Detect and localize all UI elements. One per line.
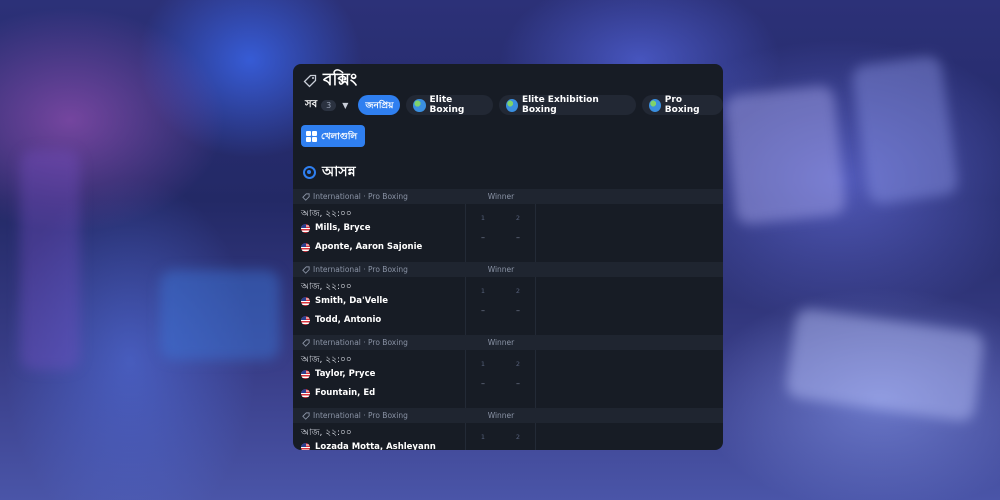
globe-icon bbox=[648, 98, 661, 112]
market-label: Winner bbox=[487, 265, 515, 274]
outcome-label-2: 2 bbox=[515, 360, 521, 368]
odds-button-2[interactable]: – bbox=[508, 379, 528, 388]
upcoming-section-header: আসন্ন bbox=[303, 160, 356, 184]
chevron-down-icon[interactable]: ▼ bbox=[342, 101, 348, 110]
home-team[interactable]: Mills, Bryce bbox=[301, 223, 370, 233]
event-header: International · Pro Boxing Winner bbox=[293, 335, 723, 350]
event-row[interactable]: International · Pro Boxing Winner আজ, ২২… bbox=[293, 189, 723, 262]
filter-bar: সব 3 ▼ জনপ্রিয় Elite Boxing Elite Exhib… bbox=[305, 95, 723, 115]
event-header: International · Pro Boxing Winner bbox=[293, 262, 723, 277]
clock-icon bbox=[303, 165, 316, 179]
games-button-label: খেলাগুলি bbox=[321, 131, 358, 142]
page-title: বক্সিং bbox=[323, 70, 358, 90]
team-name: Todd, Antonio bbox=[315, 315, 382, 325]
odds-button-2[interactable]: – bbox=[508, 233, 528, 242]
league-name: International · Pro Boxing bbox=[313, 265, 408, 274]
tag-icon bbox=[302, 411, 310, 420]
filter-chip-label: জনপ্রিয় bbox=[365, 100, 394, 111]
odds-button-2[interactable]: – bbox=[508, 306, 528, 315]
us-flag-icon bbox=[301, 315, 310, 325]
league-label[interactable]: International · Pro Boxing bbox=[293, 192, 466, 201]
event-header: International · Pro Boxing Winner bbox=[293, 408, 723, 423]
home-team[interactable]: Lozada Motta, Ashleyann bbox=[301, 442, 436, 450]
filter-chip-pro-boxing[interactable]: Pro Boxing bbox=[641, 95, 723, 115]
event-time: আজ, ২২:০০ bbox=[301, 355, 352, 365]
team-name: Lozada Motta, Ashleyann bbox=[315, 442, 436, 450]
odds-button-1[interactable]: – bbox=[473, 379, 493, 388]
outcome-label-1: 1 bbox=[480, 214, 486, 222]
filter-chip-label: Elite Exhibition Boxing bbox=[521, 95, 599, 115]
league-label[interactable]: International · Pro Boxing bbox=[293, 411, 466, 420]
team-name: Aponte, Aaron Sajonie bbox=[315, 242, 423, 252]
filter-chip-elite-exhibition-boxing[interactable]: Elite Exhibition Boxing bbox=[498, 95, 636, 115]
odds-button-1[interactable]: – bbox=[473, 306, 493, 315]
us-flag-icon bbox=[301, 223, 310, 233]
filter-count-badge: 3 bbox=[321, 99, 337, 111]
tag-icon bbox=[303, 74, 317, 88]
away-team[interactable]: Todd, Antonio bbox=[301, 315, 381, 325]
event-time: আজ, ২২:০০ bbox=[301, 282, 352, 292]
league-label[interactable]: International · Pro Boxing bbox=[293, 265, 466, 274]
filter-chip-popular[interactable]: জনপ্রিয় bbox=[358, 95, 401, 115]
event-row[interactable]: International · Pro Boxing Winner আজ, ২২… bbox=[293, 408, 723, 450]
event-time: আজ, ২২:০০ bbox=[301, 209, 352, 219]
event-list: International · Pro Boxing Winner আজ, ২২… bbox=[293, 189, 723, 450]
filter-chip-label: Elite Boxing bbox=[429, 95, 465, 115]
event-row[interactable]: International · Pro Boxing Winner আজ, ২২… bbox=[293, 335, 723, 408]
filter-all-label: সব bbox=[305, 98, 318, 110]
filter-all[interactable]: সব 3 ▼ bbox=[305, 97, 352, 114]
team-name: Smith, Da'Velle bbox=[315, 296, 389, 306]
games-button[interactable]: খেলাগুলি bbox=[301, 125, 365, 147]
tag-icon bbox=[302, 192, 310, 201]
event-row[interactable]: International · Pro Boxing Winner আজ, ২২… bbox=[293, 262, 723, 335]
outcome-label-2: 2 bbox=[515, 433, 521, 441]
team-name: Fountain, Ed bbox=[315, 388, 376, 398]
team-name: Taylor, Pryce bbox=[315, 369, 376, 379]
odds-button-1[interactable]: – bbox=[473, 233, 493, 242]
league-label[interactable]: International · Pro Boxing bbox=[293, 338, 466, 347]
tag-icon bbox=[302, 338, 310, 347]
grid-icon bbox=[306, 130, 317, 142]
event-header: International · Pro Boxing Winner bbox=[293, 189, 723, 204]
us-flag-icon bbox=[301, 296, 310, 306]
team-name: Mills, Bryce bbox=[315, 223, 371, 233]
league-name: International · Pro Boxing bbox=[313, 338, 408, 347]
us-flag-icon bbox=[301, 369, 310, 379]
event-time: আজ, ২২:০০ bbox=[301, 428, 352, 438]
page-header: বক্সিং bbox=[303, 68, 357, 94]
outcome-label-1: 1 bbox=[480, 287, 486, 295]
outcome-label-1: 1 bbox=[480, 433, 486, 441]
outcome-label-2: 2 bbox=[515, 214, 521, 222]
outcome-label-1: 1 bbox=[480, 360, 486, 368]
section-title: আসন্ন bbox=[322, 164, 356, 180]
globe-icon bbox=[505, 98, 518, 112]
filter-chip-label: Pro Boxing bbox=[664, 95, 700, 115]
league-name: International · Pro Boxing bbox=[313, 192, 408, 201]
away-team[interactable]: Fountain, Ed bbox=[301, 388, 375, 398]
market-label: Winner bbox=[487, 338, 515, 347]
us-flag-icon bbox=[301, 242, 310, 252]
market-label: Winner bbox=[487, 411, 515, 420]
away-team[interactable]: Aponte, Aaron Sajonie bbox=[301, 242, 422, 252]
league-name: International · Pro Boxing bbox=[313, 411, 408, 420]
us-flag-icon bbox=[301, 442, 310, 450]
tag-icon bbox=[302, 265, 310, 274]
home-team[interactable]: Smith, Da'Velle bbox=[301, 296, 388, 306]
home-team[interactable]: Taylor, Pryce bbox=[301, 369, 375, 379]
market-label: Winner bbox=[487, 192, 515, 201]
us-flag-icon bbox=[301, 388, 310, 398]
filter-chip-elite-boxing[interactable]: Elite Boxing bbox=[406, 95, 493, 115]
boxing-panel: বক্সিং সব 3 ▼ জনপ্রিয় Elite Boxing Elit… bbox=[293, 64, 723, 450]
globe-icon bbox=[413, 98, 426, 112]
outcome-label-2: 2 bbox=[515, 287, 521, 295]
